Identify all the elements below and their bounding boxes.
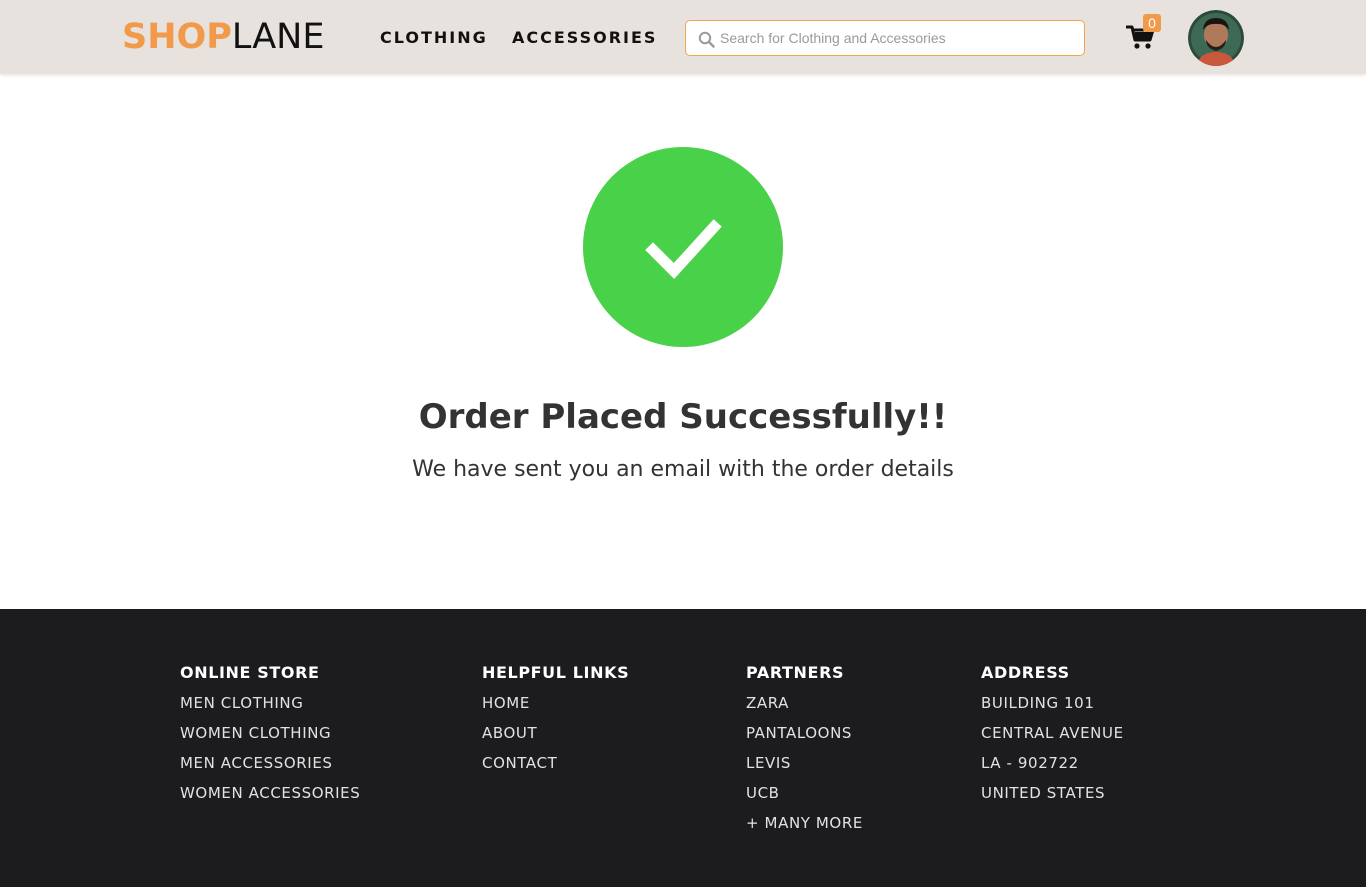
nav-accessories[interactable]: ACCESSORIES bbox=[512, 28, 657, 48]
footer-link-many-more[interactable]: + MANY MORE bbox=[746, 813, 863, 833]
avatar[interactable] bbox=[1188, 10, 1244, 66]
footer-heading: HELPFUL LINKS bbox=[482, 663, 630, 682]
site-logo[interactable]: SHOPLANE bbox=[122, 17, 324, 57]
search-icon bbox=[698, 31, 715, 48]
address-line: UNITED STATES bbox=[981, 784, 1106, 802]
page-title: Order Placed Successfully!! bbox=[418, 397, 948, 437]
footer-link-pantaloons[interactable]: PANTALOONS bbox=[746, 723, 863, 743]
check-icon bbox=[645, 219, 722, 279]
footer-link-men-clothing[interactable]: MEN CLOTHING bbox=[180, 693, 360, 713]
logo-secondary: LANE bbox=[231, 17, 325, 57]
footer-link-contact[interactable]: CONTACT bbox=[482, 753, 629, 773]
footer-link-zara[interactable]: ZARA bbox=[746, 693, 863, 713]
footer-link-about[interactable]: ABOUT bbox=[482, 723, 629, 743]
footer-column-helpful-links: HELPFUL LINKS HOME ABOUT CONTACT bbox=[482, 663, 629, 783]
address-line: CENTRAL AVENUE bbox=[981, 724, 1124, 742]
nav-clothing[interactable]: CLOTHING bbox=[380, 28, 488, 48]
site-footer: ONLINE STORE MEN CLOTHING WOMEN CLOTHING… bbox=[0, 609, 1366, 887]
address-line: LA - 902722 bbox=[981, 754, 1079, 772]
logo-primary: SHOP bbox=[122, 17, 232, 57]
search-box bbox=[685, 20, 1085, 56]
address-line: BUILDING 101 bbox=[981, 694, 1095, 712]
footer-column-partners: PARTNERS ZARA PANTALOONS LEVIS UCB + MAN… bbox=[746, 663, 863, 843]
footer-link-home[interactable]: HOME bbox=[482, 693, 629, 713]
search-input[interactable] bbox=[720, 21, 1080, 55]
footer-link-women-accessories[interactable]: WOMEN ACCESSORIES bbox=[180, 783, 360, 803]
footer-heading: ADDRESS bbox=[981, 663, 1070, 682]
success-circle bbox=[583, 147, 783, 347]
footer-column-online-store: ONLINE STORE MEN CLOTHING WOMEN CLOTHING… bbox=[180, 663, 360, 813]
footer-link-men-accessories[interactable]: MEN ACCESSORIES bbox=[180, 753, 360, 773]
footer-link-women-clothing[interactable]: WOMEN CLOTHING bbox=[180, 723, 360, 743]
cart-count-badge: 0 bbox=[1143, 14, 1161, 32]
site-header: SHOPLANE CLOTHING ACCESSORIES 0 bbox=[0, 0, 1366, 74]
footer-link-levis[interactable]: LEVIS bbox=[746, 753, 863, 773]
page-subtitle: We have sent you an email with the order… bbox=[412, 457, 954, 482]
footer-column-address: ADDRESS BUILDING 101 CENTRAL AVENUE LA -… bbox=[981, 663, 1124, 813]
footer-link-ucb[interactable]: UCB bbox=[746, 783, 863, 803]
footer-heading: ONLINE STORE bbox=[180, 663, 320, 682]
avatar-image bbox=[1188, 10, 1244, 66]
footer-heading: PARTNERS bbox=[746, 663, 845, 682]
